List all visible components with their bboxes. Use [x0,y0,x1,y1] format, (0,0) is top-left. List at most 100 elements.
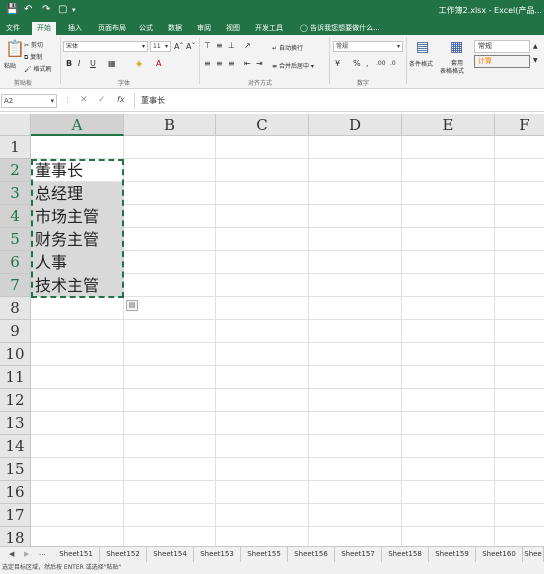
wrap-text-button[interactable]: ↵ 自动换行 [272,43,303,52]
tab-view[interactable]: 视图 [226,23,240,33]
italic-button[interactable]: I [78,60,80,68]
column-header-a[interactable]: A [31,114,124,136]
row-header-7[interactable]: 7 [0,274,31,297]
name-box[interactable]: A2 ▾ [1,94,57,108]
row-header-18[interactable]: 18 [0,527,31,546]
format-painter-button[interactable]: 🖌 格式刷 [24,64,52,73]
merge-center-button[interactable]: ⇼ 合并后居中 ▾ [272,61,314,70]
sheet-tab-sheet154[interactable]: Sheet154 [147,547,194,562]
percent-icon[interactable]: % [353,60,361,68]
increase-decimal-icon[interactable]: .00 [376,60,386,68]
row-header-16[interactable]: 16 [0,481,31,504]
column-header-f[interactable]: F [495,114,544,136]
align-middle-icon[interactable]: ≡ [216,42,223,50]
row-header-10[interactable]: 10 [0,343,31,366]
worksheet-grid[interactable]: A B C D E F 1 2 3 4 5 6 7 8 9 10 11 12 13 14 15 16 17 18 董事长 总经理市… [0,114,544,546]
customize-qat-icon[interactable]: ▾ [72,4,76,16]
column-header-e[interactable]: E [402,114,495,136]
font-color-icon[interactable]: A [156,60,161,68]
scroll-left-icon[interactable]: ◀ [9,550,14,558]
fill-color-icon[interactable]: ◈ [136,60,142,68]
select-all-corner[interactable] [0,114,31,136]
font-name-combo[interactable]: 宋体 ▾ [63,41,148,52]
conditional-format-icon[interactable]: ▤ [416,40,429,54]
paste-label[interactable]: 粘贴 [4,61,16,70]
sheet-tab-sheet158[interactable]: Sheet158 [382,547,429,562]
column-header-b[interactable]: B [124,114,216,136]
tab-formulas[interactable]: 公式 [139,23,153,33]
tab-file[interactable]: 文件 [6,23,20,33]
column-header-c[interactable]: C [216,114,309,136]
sheet-tab-sheet151[interactable]: Sheet151 [53,547,100,562]
row-header-5[interactable]: 5 [0,228,31,251]
align-top-icon[interactable]: ⊤ [204,42,211,50]
touch-mode-icon[interactable]: ▢ [58,4,67,16]
styles-scroll-down-icon[interactable]: ▼ [533,57,538,65]
column-header-d[interactable]: D [309,114,402,136]
row-header-4[interactable]: 4 [0,205,31,228]
currency-icon[interactable]: ¥ [335,60,340,68]
paste-options-icon[interactable]: ▤ [126,300,138,311]
increase-indent-icon[interactable]: ⇥ [256,60,263,68]
number-format-combo[interactable]: 常规 ▾ [333,41,403,52]
row-header-17[interactable]: 17 [0,504,31,527]
align-left-icon[interactable]: ≡ [204,60,211,68]
orientation-icon[interactable]: ↗ [244,42,251,50]
sheet-tab-sheet155[interactable]: Sheet155 [241,547,288,562]
row-header-2[interactable]: 2 [0,159,31,182]
decrease-indent-icon[interactable]: ⇤ [244,60,251,68]
sheet-tab-sheet153[interactable]: Sheet153 [194,547,241,562]
cell-a1[interactable] [31,136,124,159]
shrink-font-icon[interactable]: Aˇ [186,43,195,51]
border-icon[interactable]: ▦ [108,60,116,68]
decrease-decimal-icon[interactable]: .0 [390,60,396,68]
tab-developer[interactable]: 开发工具 [255,23,283,33]
conditional-format-label[interactable]: 条件格式 [409,59,433,68]
table-format-label-2[interactable]: 表格格式 [440,66,464,75]
more-sheets-left[interactable]: ... [39,549,46,557]
tab-page-layout[interactable]: 页面布局 [98,23,126,33]
tab-home[interactable]: 开始 [32,22,56,35]
sheet-tab-sheet157[interactable]: Sheet157 [335,547,382,562]
align-right-icon[interactable]: ≡ [228,60,235,68]
cut-button[interactable]: ✂ 剪切 [24,40,43,49]
insert-function-icon[interactable]: fx [117,95,125,104]
tab-data[interactable]: 数据 [168,23,182,33]
tab-insert[interactable]: 插入 [68,23,82,33]
sheet-tab-sheet160[interactable]: Sheet160 [476,547,523,562]
row-header-3[interactable]: 3 [0,182,31,205]
table-format-icon[interactable]: ▦ [450,40,463,54]
align-center-icon[interactable]: ≡ [216,60,223,68]
row-header-13[interactable]: 13 [0,412,31,435]
row-header-1[interactable]: 1 [0,136,31,159]
styles-scroll-up-icon[interactable]: ▲ [533,43,538,51]
row-header-12[interactable]: 12 [0,389,31,412]
underline-button[interactable]: U [90,60,96,68]
row-header-14[interactable]: 14 [0,435,31,458]
style-calculation[interactable]: 计算 [474,55,530,68]
comma-style-icon[interactable]: , [366,60,369,68]
tell-me-box[interactable]: ◯ 告诉我您想要做什么... [300,23,380,33]
save-icon[interactable]: 💾 [6,4,18,16]
grow-font-icon[interactable]: Aˆ [174,43,183,51]
sheet-tab-sheet156[interactable]: Sheet156 [288,547,335,562]
style-normal[interactable]: 常规 [474,40,530,53]
sheet-tab-sheet159[interactable]: Sheet159 [429,547,476,562]
row-header-9[interactable]: 9 [0,320,31,343]
font-size-combo[interactable]: 11 ▾ [150,41,171,52]
row-header-6[interactable]: 6 [0,251,31,274]
copy-button[interactable]: ⧉ 复制 [24,52,42,62]
row-header-11[interactable]: 11 [0,366,31,389]
undo-icon[interactable]: ↶ [24,4,32,16]
sheet-tab-shee[interactable]: Shee [523,547,544,562]
bold-button[interactable]: B [66,60,72,68]
sheet-tab-sheet152[interactable]: Sheet152 [100,547,147,562]
paste-icon[interactable]: 📋 [5,41,25,57]
tab-review[interactable]: 审阅 [197,23,211,33]
cancel-icon[interactable]: ✕ [80,95,88,105]
redo-icon[interactable]: ↷ [42,4,50,16]
align-bottom-icon[interactable]: ⊥ [228,42,235,50]
row-header-8[interactable]: 8 [0,297,31,320]
row-header-15[interactable]: 15 [0,458,31,481]
formula-input[interactable]: 董事长 [141,95,165,106]
